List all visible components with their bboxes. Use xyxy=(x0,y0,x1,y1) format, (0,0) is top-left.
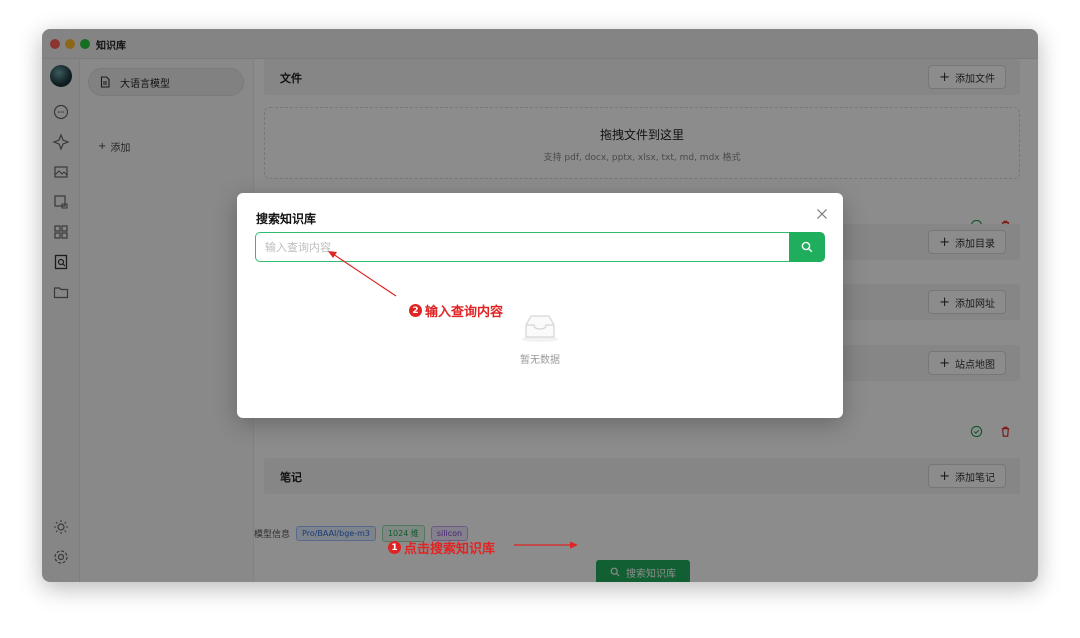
annotation-input: 2 输入查询内容 xyxy=(409,301,503,320)
search-button[interactable] xyxy=(789,232,825,262)
search-input[interactable] xyxy=(255,232,789,262)
search-modal: 搜索知识库 暂无数据 xyxy=(237,193,843,418)
annotation-number: 2 xyxy=(409,304,422,317)
empty-box-icon xyxy=(522,315,558,342)
search-icon xyxy=(801,241,813,253)
annotation-label: 点击搜索知识库 xyxy=(404,542,496,557)
close-icon[interactable] xyxy=(815,207,829,221)
annotation-number: 1 xyxy=(388,541,401,554)
modal-title: 搜索知识库 xyxy=(256,212,317,226)
annotation-click: 1 点击搜索知识库 xyxy=(388,538,495,557)
annotation-label: 输入查询内容 xyxy=(425,305,504,320)
empty-text: 暂无数据 xyxy=(520,355,560,366)
